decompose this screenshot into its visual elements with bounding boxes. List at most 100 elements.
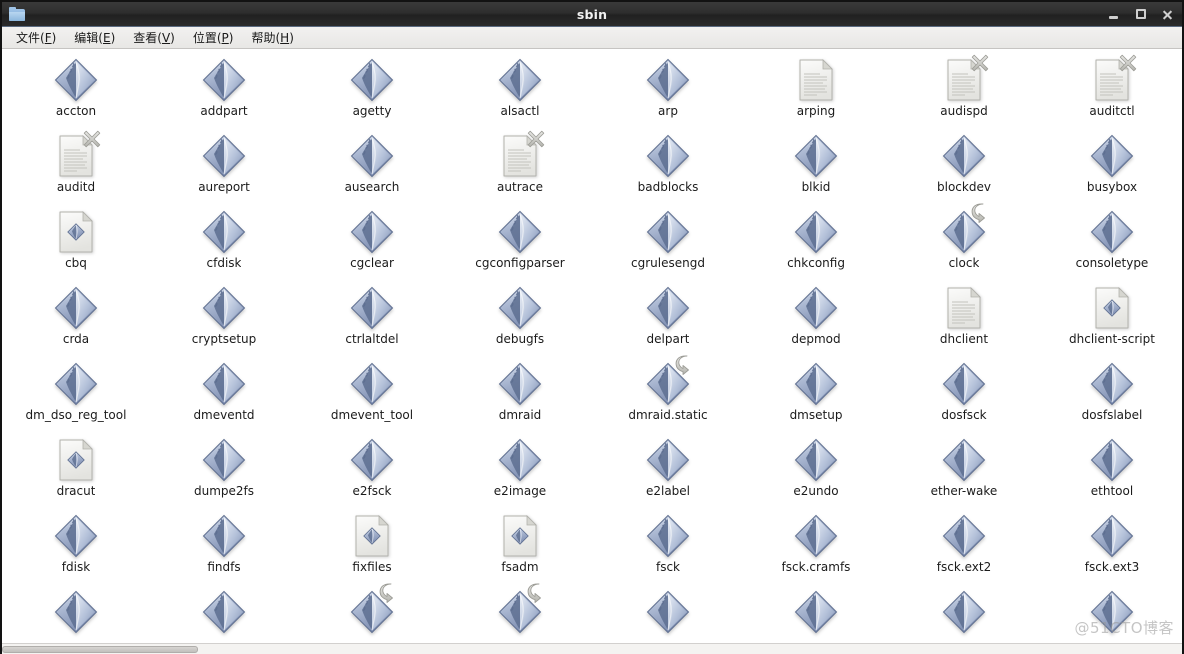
file-item[interactable]: e2label: [594, 435, 742, 511]
executable-diamond-icon: [350, 58, 394, 102]
executable-diamond-icon: [942, 210, 986, 254]
file-item[interactable]: cgrulesengd: [594, 207, 742, 283]
file-item[interactable]: findfs: [150, 511, 298, 587]
executable-diamond-icon: [646, 438, 690, 482]
file-item[interactable]: ether-wake: [890, 435, 1038, 511]
script-document-icon: [355, 515, 389, 557]
menu-item-places[interactable]: 位置(P): [185, 27, 242, 48]
file-item[interactable]: auditctl: [1038, 54, 1182, 131]
file-item[interactable]: e2image: [446, 435, 594, 511]
file-item[interactable]: addpart: [150, 55, 298, 131]
file-item[interactable]: badblocks: [594, 131, 742, 207]
file-item[interactable]: cfdisk: [150, 207, 298, 283]
maximize-button[interactable]: [1134, 8, 1147, 21]
file-item[interactable]: e2fsck: [298, 435, 446, 511]
file-item[interactable]: delpart: [594, 283, 742, 359]
executable-diamond-icon: [350, 362, 394, 406]
close-button[interactable]: [1161, 8, 1174, 21]
file-item[interactable]: chkconfig: [742, 207, 890, 283]
menu-label-help: 帮助(: [251, 31, 281, 45]
file-item[interactable]: fsck.ext2: [890, 511, 1038, 587]
file-item[interactable]: audispd: [890, 54, 1038, 131]
document-icon: [947, 287, 981, 329]
executable-diamond-icon: [646, 58, 690, 102]
title-bar[interactable]: sbin: [2, 2, 1182, 27]
file-item[interactable]: dhclient: [890, 283, 1038, 359]
file-item[interactable]: blockdev: [890, 131, 1038, 207]
menu-item-edit[interactable]: 编辑(E): [66, 27, 123, 48]
file-item[interactable]: cgclear: [298, 207, 446, 283]
file-item[interactable]: dmraid.static: [594, 355, 742, 435]
file-item[interactable]: agetty: [298, 55, 446, 131]
menu-item-file[interactable]: 文件(F): [8, 27, 64, 48]
executable-diamond-icon: [498, 58, 542, 102]
file-item[interactable]: cryptsetup: [150, 283, 298, 359]
file-item[interactable]: dhclient-script: [1038, 283, 1182, 359]
file-item[interactable]: ctrlaltdel: [298, 283, 446, 359]
file-item[interactable]: dosfslabel: [1038, 359, 1182, 435]
file-label: ctrlaltdel: [345, 332, 399, 346]
file-item[interactable]: debugfs: [446, 283, 594, 359]
executable-diamond-icon: [498, 210, 542, 254]
file-item[interactable]: dmsetup: [742, 359, 890, 435]
executable-diamond-icon: [202, 286, 246, 330]
minimize-button[interactable]: [1107, 8, 1120, 21]
menu-accel-edit: E: [102, 31, 111, 45]
file-label: dmeventd: [193, 408, 255, 422]
file-label: agetty: [352, 104, 392, 118]
menu-label-places: 位置(: [192, 31, 222, 45]
file-item[interactable]: dosfsck: [890, 359, 1038, 435]
window-title: sbin: [576, 6, 608, 22]
executable-diamond-icon: [202, 362, 246, 406]
file-item[interactable]: auditd: [2, 130, 150, 207]
file-item[interactable]: crda: [2, 283, 150, 359]
scrollbar-thumb[interactable]: [2, 646, 198, 653]
maximize-icon: [1135, 9, 1146, 19]
executable-diamond-icon: [54, 362, 98, 406]
file-item[interactable]: dm_dso_reg_tool: [2, 359, 150, 435]
file-item[interactable]: dracut: [2, 435, 150, 511]
file-item[interactable]: cgconfigparser: [446, 207, 594, 283]
menu-item-help[interactable]: 帮助(H): [243, 27, 301, 48]
file-label: aureport: [198, 180, 250, 194]
file-item[interactable]: ethtool: [1038, 435, 1182, 511]
file-label: audispd: [940, 104, 988, 118]
file-item[interactable]: dmraid: [446, 359, 594, 435]
menu-accel-view: V: [161, 31, 171, 45]
executable-diamond-icon: [498, 286, 542, 330]
file-item[interactable]: dumpe2fs: [150, 435, 298, 511]
file-label: e2undo: [793, 484, 839, 498]
file-item[interactable]: aureport: [150, 131, 298, 207]
file-item[interactable]: fixfiles: [298, 511, 446, 587]
file-item[interactable]: depmod: [742, 283, 890, 359]
file-item[interactable]: accton: [2, 55, 150, 131]
file-item[interactable]: clock: [890, 203, 1038, 283]
file-item[interactable]: fsck.ext3: [1038, 511, 1182, 587]
file-item[interactable]: e2undo: [742, 435, 890, 511]
file-item[interactable]: alsactl: [446, 55, 594, 131]
file-item[interactable]: arping: [742, 55, 890, 131]
file-item[interactable]: cbq: [2, 207, 150, 283]
file-label: debugfs: [495, 332, 545, 346]
file-label: crda: [62, 332, 90, 346]
executable-diamond-icon: [202, 438, 246, 482]
icon-view[interactable]: accton addpart agetty alsactl arp arping…: [2, 49, 1182, 654]
file-item[interactable]: dmeventd: [150, 359, 298, 435]
file-item[interactable]: fdisk: [2, 511, 150, 587]
horizontal-scrollbar[interactable]: [2, 643, 1182, 654]
file-item[interactable]: ausearch: [298, 131, 446, 207]
file-item[interactable]: busybox: [1038, 131, 1182, 207]
executable-diamond-icon: [54, 286, 98, 330]
file-item[interactable]: consoletype: [1038, 207, 1182, 283]
close-icon: [1162, 9, 1173, 20]
executable-diamond-icon: [794, 362, 838, 406]
file-item[interactable]: fsadm: [446, 511, 594, 587]
file-label: auditd: [56, 180, 96, 194]
file-item[interactable]: blkid: [742, 131, 890, 207]
file-item[interactable]: autrace: [446, 130, 594, 207]
file-item[interactable]: fsck.cramfs: [742, 511, 890, 587]
menu-item-view[interactable]: 查看(V): [125, 27, 183, 48]
file-item[interactable]: arp: [594, 55, 742, 131]
file-item[interactable]: fsck: [594, 511, 742, 587]
file-item[interactable]: dmevent_tool: [298, 359, 446, 435]
